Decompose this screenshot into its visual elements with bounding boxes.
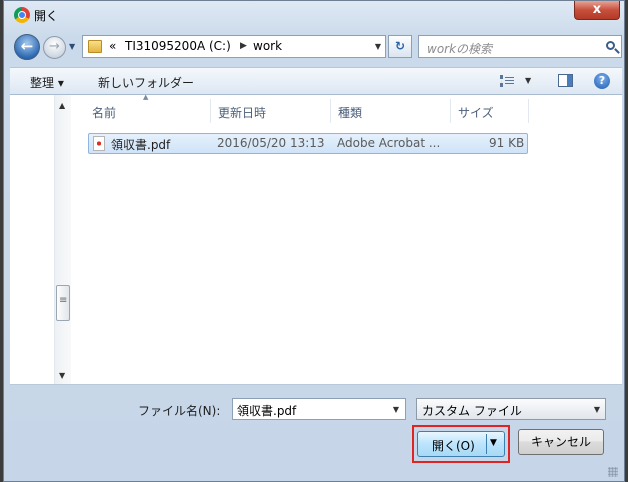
close-button[interactable]: x bbox=[574, 1, 620, 20]
scroll-up-icon[interactable]: ▲ bbox=[59, 101, 65, 110]
open-button-highlight: 開く(O) ▼ bbox=[412, 425, 510, 463]
address-bar[interactable]: « TI31095200A (C:) ▶ work ▼ bbox=[82, 35, 386, 58]
open-button-divider bbox=[486, 434, 487, 454]
column-divider[interactable] bbox=[210, 99, 211, 123]
file-type-dropdown-icon[interactable]: ▼ bbox=[594, 405, 600, 414]
filename-field[interactable]: 領収書.pdf ▼ bbox=[232, 398, 406, 420]
pdf-file-icon bbox=[93, 136, 105, 151]
folder-icon bbox=[88, 40, 102, 53]
column-size[interactable]: サイズ bbox=[458, 104, 494, 121]
preview-pane-icon[interactable] bbox=[558, 74, 573, 87]
file-modified: 2016/05/20 13:13 bbox=[217, 136, 325, 150]
scroll-thumb[interactable] bbox=[56, 285, 70, 321]
address-separator-icon[interactable]: ▶ bbox=[240, 41, 247, 51]
filename-label: ファイル名(N): bbox=[138, 404, 221, 418]
recent-pages-dropdown-icon[interactable]: ▼ bbox=[69, 42, 75, 51]
cancel-button[interactable]: キャンセル bbox=[518, 429, 604, 455]
filename-dropdown-icon[interactable]: ▼ bbox=[393, 405, 399, 414]
column-divider[interactable] bbox=[330, 99, 331, 123]
open-dialog: 開く x ← → ▼ « TI31095200A (C:) ▶ work ▼ ↻… bbox=[3, 0, 625, 482]
help-icon[interactable]: ? bbox=[594, 73, 610, 89]
navigation-pane[interactable] bbox=[10, 95, 55, 384]
sort-ascending-icon: ▲ bbox=[143, 93, 149, 101]
new-folder-button[interactable]: 新しいフォルダー bbox=[98, 74, 194, 91]
search-placeholder: workの検索 bbox=[427, 42, 493, 56]
open-button[interactable]: 開く(O) ▼ bbox=[417, 431, 505, 457]
view-list-icon[interactable] bbox=[500, 75, 517, 87]
navigation-scrollbar[interactable]: ▲ ▼ bbox=[54, 95, 71, 384]
file-type-value: カスタム ファイル bbox=[422, 404, 522, 418]
address-drive[interactable]: TI31095200A (C:) bbox=[125, 39, 231, 53]
column-divider[interactable] bbox=[528, 99, 529, 123]
filename-value: 領収書.pdf bbox=[237, 404, 297, 418]
organize-button[interactable]: 整理 ▾ bbox=[30, 74, 64, 91]
window-title: 開く bbox=[34, 9, 59, 23]
refresh-button[interactable]: ↻ bbox=[388, 35, 412, 58]
open-options-dropdown-icon[interactable]: ▼ bbox=[490, 438, 497, 448]
column-name[interactable]: 名前 bbox=[92, 104, 116, 121]
file-size: 91 KB bbox=[489, 136, 525, 150]
resize-grip-icon[interactable] bbox=[608, 467, 618, 477]
forward-button[interactable]: → bbox=[43, 36, 66, 59]
column-divider[interactable] bbox=[450, 99, 451, 123]
column-type[interactable]: 種類 bbox=[338, 104, 362, 121]
search-icon[interactable] bbox=[606, 41, 615, 50]
column-header: 名前 ▲ 更新日時 種類 サイズ bbox=[82, 93, 530, 123]
address-folder[interactable]: work bbox=[253, 39, 282, 53]
address-dropdown-icon[interactable]: ▼ bbox=[375, 42, 381, 51]
chrome-icon bbox=[14, 7, 30, 23]
search-input[interactable]: workの検索 bbox=[418, 35, 622, 58]
view-dropdown-icon[interactable]: ▼ bbox=[525, 76, 531, 85]
command-bar: 整理 ▾ 新しいフォルダー ▼ ? bbox=[10, 67, 622, 95]
file-browser: ▲ ▼ 名前 ▲ 更新日時 種類 サイズ 領収書.pdf 2016/05/20 … bbox=[10, 93, 622, 385]
column-modified[interactable]: 更新日時 bbox=[218, 104, 266, 121]
file-name: 領収書.pdf bbox=[111, 138, 171, 152]
file-type: Adobe Acrobat ... bbox=[337, 136, 441, 150]
open-button-label: 開く(O) bbox=[432, 439, 475, 453]
file-type-select[interactable]: カスタム ファイル ▼ bbox=[416, 398, 606, 420]
scroll-down-icon[interactable]: ▼ bbox=[59, 371, 65, 380]
address-chevrons[interactable]: « bbox=[109, 39, 116, 53]
back-button[interactable]: ← bbox=[14, 34, 40, 60]
file-row[interactable]: 領収書.pdf 2016/05/20 13:13 Adobe Acrobat .… bbox=[88, 133, 528, 154]
